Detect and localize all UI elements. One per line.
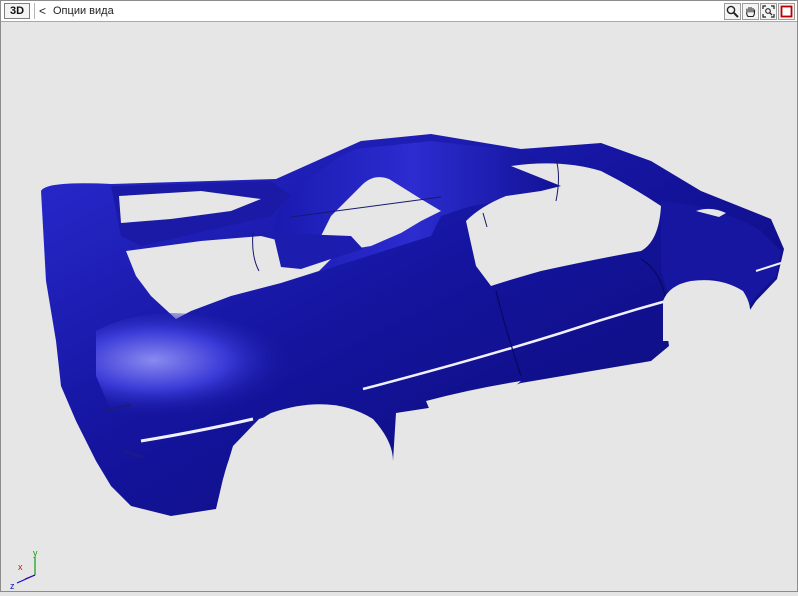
viewport-toolbar: 3D < Опции вида <box>1 1 797 22</box>
back-button[interactable]: < <box>39 4 46 18</box>
maximize-icon <box>780 5 793 18</box>
toolbar-divider <box>34 3 35 19</box>
rear-wheel-arch <box>223 404 393 591</box>
front-wheel-arch <box>663 280 751 341</box>
axis-z-label: z <box>10 581 15 591</box>
pan-tool-button[interactable] <box>742 3 759 20</box>
render-canvas[interactable] <box>1 22 797 591</box>
zoom-tool-button[interactable] <box>724 3 741 20</box>
car-body-model <box>41 134 784 591</box>
maximize-viewport-button[interactable] <box>778 3 795 20</box>
axis-y-label: y <box>33 548 38 558</box>
zoom-extents-tool-button[interactable] <box>760 3 777 20</box>
axis-x-label: x <box>18 562 23 572</box>
view-tools <box>723 3 795 20</box>
viewport-3d[interactable]: 3D < Опции вида y x z <box>0 0 798 592</box>
zoom-extents-icon <box>762 5 775 18</box>
view-options-menu[interactable]: Опции вида <box>53 5 114 18</box>
axis-triad: y x z <box>10 548 38 591</box>
view-mode-button[interactable]: 3D <box>4 3 30 19</box>
magnifier-icon <box>726 5 739 18</box>
hand-icon <box>746 6 756 18</box>
